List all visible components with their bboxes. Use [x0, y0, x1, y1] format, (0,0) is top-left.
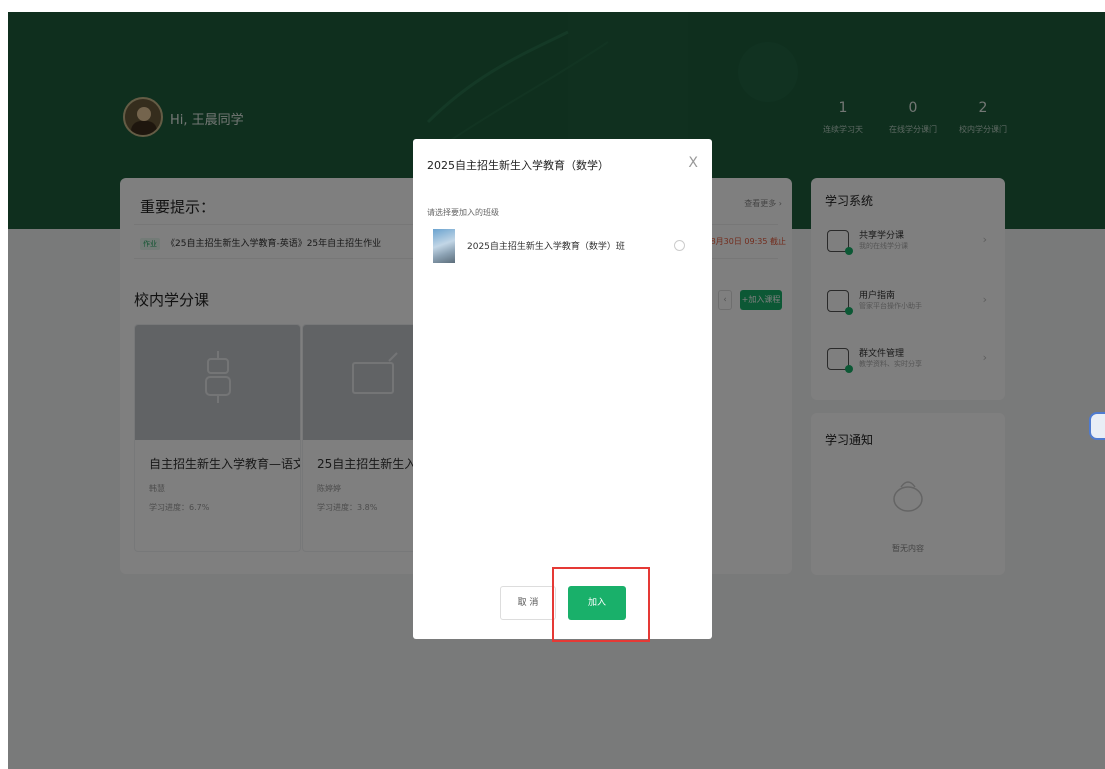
class-name: 2025自主招生新生入学教育（数学）班 [467, 242, 625, 252]
close-icon[interactable]: X [688, 155, 698, 171]
highlight-annotation [552, 567, 650, 642]
app-page: Hi, 王晨同学 1 连续学习天 0 在线学分课门 2 校内学分课门 重要提示：… [8, 12, 1105, 769]
class-radio[interactable] [674, 240, 685, 251]
class-option[interactable]: 2025自主招生新生入学教育（数学）班 [427, 229, 697, 265]
dialog-title: 2025自主招生新生入学教育（数学） [427, 159, 609, 172]
side-float-tab[interactable] [1089, 412, 1105, 440]
join-class-dialog: 2025自主招生新生入学教育（数学） X 请选择要加入的班级 2025自主招生新… [413, 139, 712, 639]
dialog-prompt: 请选择要加入的班级 [427, 208, 499, 217]
cancel-button[interactable]: 取 消 [500, 586, 556, 620]
class-thumbnail [433, 229, 455, 263]
